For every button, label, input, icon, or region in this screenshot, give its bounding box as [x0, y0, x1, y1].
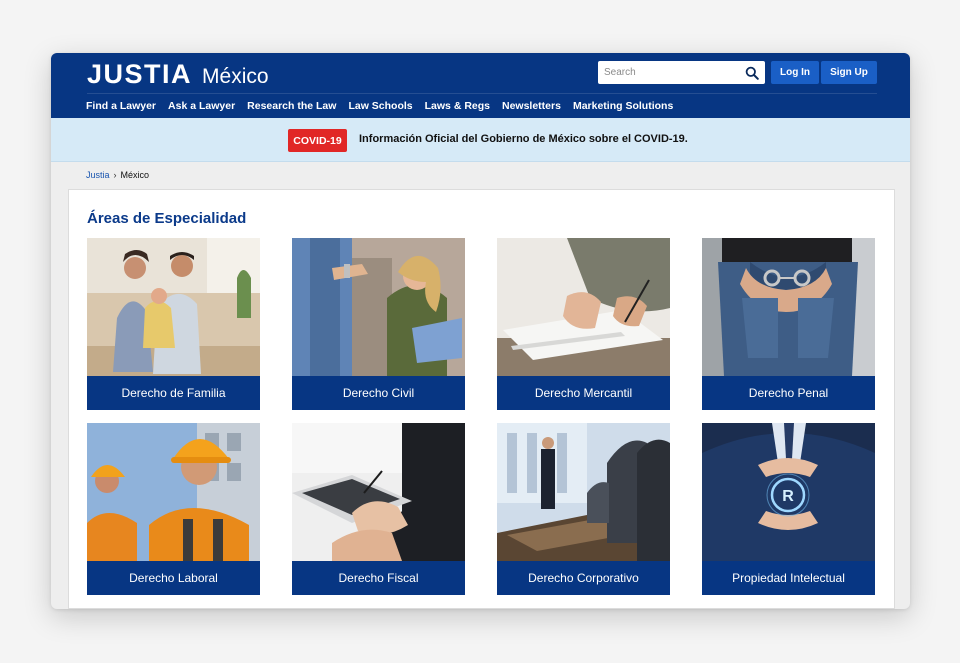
area-label: Derecho Fiscal: [292, 561, 465, 595]
nav-newsletters[interactable]: Newsletters: [502, 100, 561, 112]
logo-wordmark: JUSTIA: [87, 59, 193, 89]
area-tile-penal[interactable]: Derecho Penal: [702, 238, 875, 410]
corporativo-photo: [497, 423, 670, 561]
nav-research-the-law[interactable]: Research the Law: [247, 100, 336, 112]
nav-marketing-solutions[interactable]: Marketing Solutions: [573, 100, 673, 112]
nav-find-a-lawyer[interactable]: Find a Lawyer: [86, 100, 156, 112]
header-divider: [87, 93, 877, 94]
area-tile-laboral[interactable]: Derecho Laboral: [87, 423, 260, 595]
search-input[interactable]: [598, 62, 736, 83]
breadcrumb-separator: ›: [113, 170, 117, 180]
justia-logo[interactable]: JUSTIA México: [87, 59, 269, 90]
main-nav: Find a Lawyer Ask a Lawyer Research the …: [86, 100, 673, 112]
area-label: Derecho Civil: [292, 376, 465, 410]
site-header: JUSTIA México Log In Sign Up Find a Lawye…: [51, 53, 910, 118]
mercantil-photo: [497, 238, 670, 376]
nav-laws-regs[interactable]: Laws & Regs: [425, 100, 490, 112]
area-label: Derecho Mercantil: [497, 376, 670, 410]
laboral-photo: [87, 423, 260, 561]
family-photo: [87, 238, 260, 376]
svg-text:R: R: [782, 488, 794, 505]
area-tile-corporativo[interactable]: Derecho Corporativo: [497, 423, 670, 595]
fiscal-photo: [292, 423, 465, 561]
breadcrumb: Justia › México: [86, 170, 149, 180]
nav-ask-a-lawyer[interactable]: Ask a Lawyer: [168, 100, 235, 112]
search-box: [598, 61, 765, 84]
area-tile-mercantil[interactable]: Derecho Mercantil: [497, 238, 670, 410]
area-label: Propiedad Intelectual: [702, 561, 875, 595]
search-button[interactable]: [741, 62, 763, 83]
signup-button[interactable]: Sign Up: [821, 61, 877, 84]
covid-badge: COVID-19: [288, 129, 347, 152]
covid-banner: COVID-19 Información Oficial del Gobiern…: [51, 118, 910, 162]
browser-window: JUSTIA México Log In Sign Up Find a Lawye…: [51, 53, 910, 609]
area-label: Derecho Penal: [702, 376, 875, 410]
search-icon: [745, 66, 759, 80]
nav-law-schools[interactable]: Law Schools: [348, 100, 412, 112]
covid-info-link[interactable]: Información Oficial del Gobierno de Méxi…: [359, 133, 688, 145]
civil-photo: [292, 238, 465, 376]
practice-areas-card: Áreas de Especialidad Derecho de Familia: [68, 189, 895, 609]
breadcrumb-justia[interactable]: Justia: [86, 170, 110, 180]
area-label: Derecho Laboral: [87, 561, 260, 595]
propiedad-intelectual-photo: R: [702, 423, 875, 561]
breadcrumb-current: México: [120, 170, 150, 180]
area-tile-fiscal[interactable]: Derecho Fiscal: [292, 423, 465, 595]
area-tile-familia[interactable]: Derecho de Familia: [87, 238, 260, 410]
area-tile-propiedad-intelectual[interactable]: R Propiedad Intelectual: [702, 423, 875, 595]
logo-region: México: [202, 65, 269, 88]
login-button[interactable]: Log In: [771, 61, 819, 84]
area-tile-civil[interactable]: Derecho Civil: [292, 238, 465, 410]
area-label: Derecho Corporativo: [497, 561, 670, 595]
penal-photo: [702, 238, 875, 376]
section-title: Áreas de Especialidad: [87, 210, 247, 227]
area-label: Derecho de Familia: [87, 376, 260, 410]
